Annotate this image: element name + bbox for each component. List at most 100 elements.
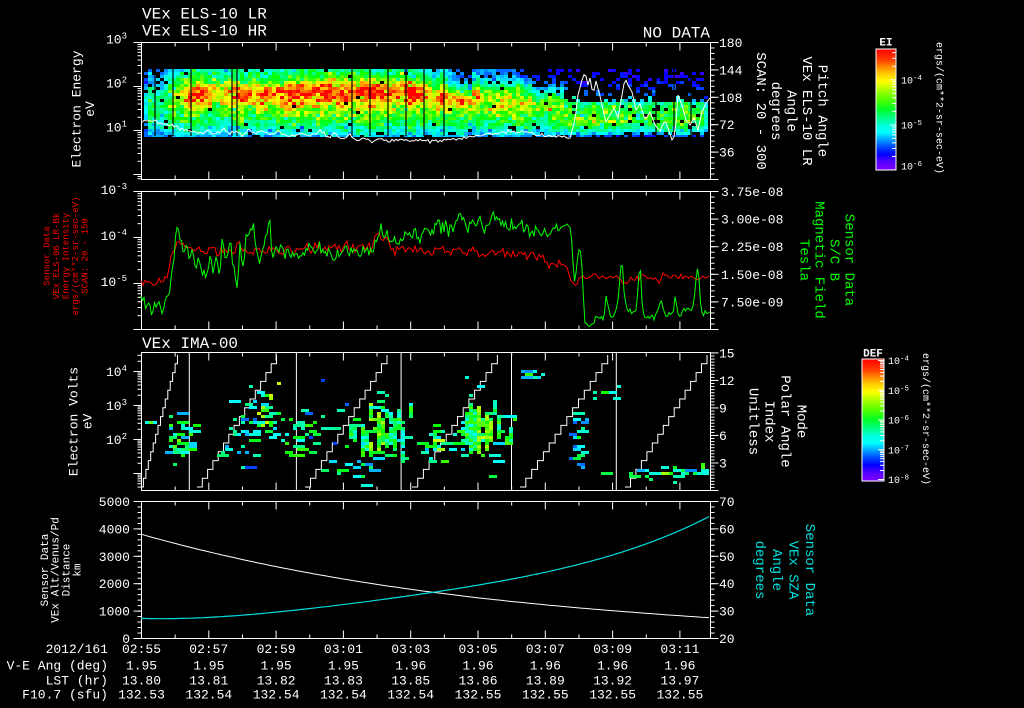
svg-text:eV: eV [83, 101, 98, 117]
svg-text:1.50e-08: 1.50e-08 [721, 268, 783, 283]
svg-text:10-3: 10-3 [101, 182, 127, 198]
svg-text:13.83: 13.83 [324, 674, 363, 689]
svg-text:02:59: 02:59 [257, 642, 296, 657]
svg-text:10-8: 10-8 [888, 475, 909, 488]
svg-text:1.95: 1.95 [260, 659, 291, 674]
svg-text:3: 3 [719, 456, 727, 471]
svg-text:13.97: 13.97 [660, 674, 699, 689]
svg-text:15: 15 [719, 346, 735, 361]
svg-text:1000: 1000 [99, 605, 130, 620]
svg-text:102: 102 [106, 76, 127, 92]
svg-text:103: 103 [106, 32, 127, 48]
svg-text:DEF: DEF [863, 349, 883, 361]
svg-text:Polar Angle: Polar Angle [777, 375, 793, 467]
svg-text:Angle: Angle [768, 549, 784, 591]
svg-text:V-E Ang (deg): V-E Ang (deg) [7, 659, 108, 674]
svg-text:1.96: 1.96 [462, 659, 493, 674]
svg-text:10-4: 10-4 [888, 356, 910, 369]
svg-text:02:55: 02:55 [122, 642, 161, 657]
svg-text:10-6: 10-6 [901, 161, 923, 174]
svg-text:9: 9 [719, 401, 727, 416]
svg-text:2012/161: 2012/161 [46, 642, 109, 657]
svg-text:104: 104 [106, 364, 127, 380]
svg-text:132.54: 132.54 [185, 688, 232, 703]
svg-text:2000: 2000 [99, 577, 130, 592]
svg-text:Sensor Data: Sensor Data [43, 226, 53, 286]
svg-text:03:09: 03:09 [593, 642, 632, 657]
svg-text:EI: EI [879, 38, 892, 50]
svg-text:VEx IMA-00: VEx IMA-00 [142, 335, 238, 353]
svg-text:03:03: 03:03 [391, 642, 430, 657]
svg-text:144: 144 [719, 63, 743, 78]
svg-text:10-4: 10-4 [101, 228, 127, 244]
svg-text:km: km [72, 563, 84, 577]
svg-text:13.81: 13.81 [189, 674, 228, 689]
svg-text:degrees: degrees [767, 82, 783, 141]
svg-text:03:11: 03:11 [660, 642, 699, 657]
svg-text:132.53: 132.53 [118, 688, 165, 703]
svg-text:13.80: 13.80 [122, 674, 161, 689]
svg-text:Pitch Angle: Pitch Angle [813, 65, 829, 157]
svg-text:60: 60 [719, 522, 735, 537]
svg-text:40: 40 [719, 577, 735, 592]
svg-text:Sensor Data: Sensor Data [801, 524, 817, 616]
svg-text:5000: 5000 [99, 495, 130, 510]
svg-text:SCAN: 20 - 150: SCAN: 20 - 150 [81, 218, 91, 294]
svg-text:10-4: 10-4 [901, 75, 923, 88]
svg-text:13.89: 13.89 [526, 674, 565, 689]
svg-text:1.95: 1.95 [193, 659, 224, 674]
svg-text:132.55: 132.55 [589, 688, 636, 703]
svg-text:10-6: 10-6 [888, 415, 910, 428]
svg-text:03:01: 03:01 [324, 642, 363, 657]
svg-text:12: 12 [719, 374, 735, 389]
svg-text:132.55: 132.55 [656, 688, 703, 703]
svg-text:13.82: 13.82 [257, 674, 296, 689]
svg-text:VEx ELS-10 LR: VEx ELS-10 LR [142, 6, 267, 24]
svg-text:2.25e-08: 2.25e-08 [721, 240, 783, 255]
svg-text:10-7: 10-7 [888, 445, 909, 458]
svg-text:13.86: 13.86 [458, 674, 497, 689]
svg-text:132.55: 132.55 [522, 688, 569, 703]
svg-text:132.54: 132.54 [320, 688, 367, 703]
svg-text:20: 20 [719, 632, 735, 647]
svg-text:degrees: degrees [751, 541, 767, 600]
svg-text:6: 6 [719, 429, 727, 444]
svg-text:1.96: 1.96 [664, 659, 695, 674]
svg-text:02:57: 02:57 [189, 642, 228, 657]
svg-text:13.92: 13.92 [593, 674, 632, 689]
svg-text:F10.7 (sfu): F10.7 (sfu) [22, 688, 108, 703]
svg-text:3000: 3000 [99, 550, 130, 565]
svg-text:Energy Intensity: Energy Intensity [62, 212, 72, 299]
svg-text:VEx SZA: VEx SZA [784, 541, 800, 600]
svg-text:102: 102 [106, 432, 127, 448]
svg-text:Index: Index [761, 400, 777, 442]
svg-text:Electron Volts: Electron Volts [67, 367, 82, 476]
svg-text:30: 30 [719, 605, 735, 620]
svg-text:108: 108 [719, 91, 742, 106]
svg-text:3.00e-08: 3.00e-08 [721, 213, 783, 228]
svg-text:36: 36 [719, 146, 735, 161]
svg-text:Angle: Angle [783, 90, 799, 132]
svg-text:1.95: 1.95 [126, 659, 157, 674]
svg-text:Unitless: Unitless [745, 388, 761, 455]
svg-text:1.96: 1.96 [597, 659, 628, 674]
svg-text:4000: 4000 [99, 522, 130, 537]
svg-text:180: 180 [719, 36, 742, 51]
svg-text:10-5: 10-5 [101, 274, 127, 290]
svg-text:3.75e-08: 3.75e-08 [721, 185, 783, 200]
svg-text:ergs/(cm**2-sr-sec-eV): ergs/(cm**2-sr-sec-eV) [919, 353, 931, 485]
svg-text:LST (hr): LST (hr) [46, 674, 108, 689]
svg-text:70: 70 [719, 495, 735, 510]
svg-text:1.95: 1.95 [328, 659, 359, 674]
svg-text:1.96: 1.96 [395, 659, 426, 674]
svg-text:13.85: 13.85 [391, 674, 430, 689]
svg-text:Magnetic Field: Magnetic Field [811, 201, 827, 319]
svg-text:72: 72 [719, 118, 735, 133]
svg-text:50: 50 [719, 550, 735, 565]
svg-text:ergs/(cm**2-sr-sec-eV): ergs/(cm**2-sr-sec-eV) [933, 42, 945, 174]
svg-text:NO DATA: NO DATA [643, 25, 711, 43]
svg-text:Tesla: Tesla [796, 239, 812, 281]
svg-text:eV: eV [81, 414, 96, 430]
svg-text:132.54: 132.54 [253, 688, 300, 703]
svg-text:101: 101 [106, 120, 127, 136]
